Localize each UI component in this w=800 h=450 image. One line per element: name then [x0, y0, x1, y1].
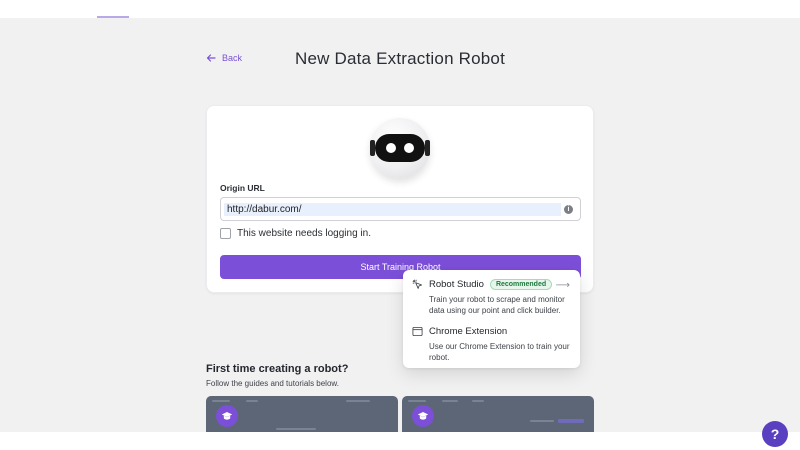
- thumbnail-line: [408, 400, 426, 402]
- page-title: New Data Extraction Robot: [294, 49, 506, 68]
- robot-face: [375, 134, 425, 162]
- tutorial-badge: [412, 405, 434, 427]
- robot-avatar: [370, 118, 430, 178]
- thumbnail-line: [246, 400, 258, 402]
- thumbnail-line: [442, 400, 458, 402]
- menu-item-chrome-extension[interactable]: Chrome Extension Use our Chrome Extensio…: [403, 325, 580, 365]
- robot-eye-left: [386, 143, 396, 153]
- recommended-badge: Recommended: [489, 279, 553, 290]
- thumbnail-line: [276, 428, 316, 430]
- robot-form-card: Origin URL i This website needs logging …: [206, 105, 594, 293]
- tutorials-subtitle: Follow the guides and tutorials below.: [206, 379, 339, 388]
- thumbnail-line: [212, 400, 230, 402]
- page-content: Back New Data Extraction Robot Origin UR…: [0, 18, 800, 432]
- training-method-dropdown: Robot Studio Recommended ⟶ Train your ro…: [403, 270, 580, 368]
- origin-url-label: Origin URL: [220, 183, 265, 193]
- thumbnail-line: [346, 400, 370, 402]
- tutorial-card[interactable]: [206, 396, 398, 432]
- robot-eye-right: [404, 143, 414, 153]
- graduation-cap-icon: [221, 412, 233, 420]
- login-required-row[interactable]: This website needs logging in.: [220, 228, 371, 239]
- thumbnail-line: [472, 400, 484, 402]
- graduation-cap-icon: [417, 412, 429, 420]
- login-required-checkbox[interactable]: [220, 228, 231, 239]
- arrow-right-icon: ⟶: [555, 280, 570, 291]
- robot-studio-title: Robot Studio: [429, 279, 484, 290]
- menu-item-robot-studio[interactable]: Robot Studio Recommended ⟶ Train your ro…: [403, 278, 580, 320]
- chrome-extension-description: Use our Chrome Extension to train your r…: [429, 342, 570, 362]
- login-required-label: This website needs logging in.: [237, 228, 371, 239]
- help-button[interactable]: ?: [762, 421, 788, 447]
- tutorials-title: First time creating a robot?: [206, 363, 349, 375]
- robot-ear-right: [425, 140, 430, 156]
- tutorial-badge: [216, 405, 238, 427]
- bottom-bar: [0, 432, 800, 450]
- thumbnail-line: [530, 420, 554, 422]
- origin-url-field[interactable]: i: [220, 197, 581, 221]
- top-bar: [0, 0, 800, 18]
- thumbnail-button: [558, 419, 584, 423]
- robot-studio-description: Train your robot to scrape and monitor d…: [429, 295, 565, 315]
- chrome-extension-title: Chrome Extension: [429, 326, 508, 337]
- browser-window-icon: [412, 326, 423, 337]
- info-icon[interactable]: i: [564, 205, 573, 214]
- tutorial-card[interactable]: [402, 396, 594, 432]
- origin-url-input[interactable]: [224, 203, 561, 216]
- cursor-click-icon: [412, 279, 423, 289]
